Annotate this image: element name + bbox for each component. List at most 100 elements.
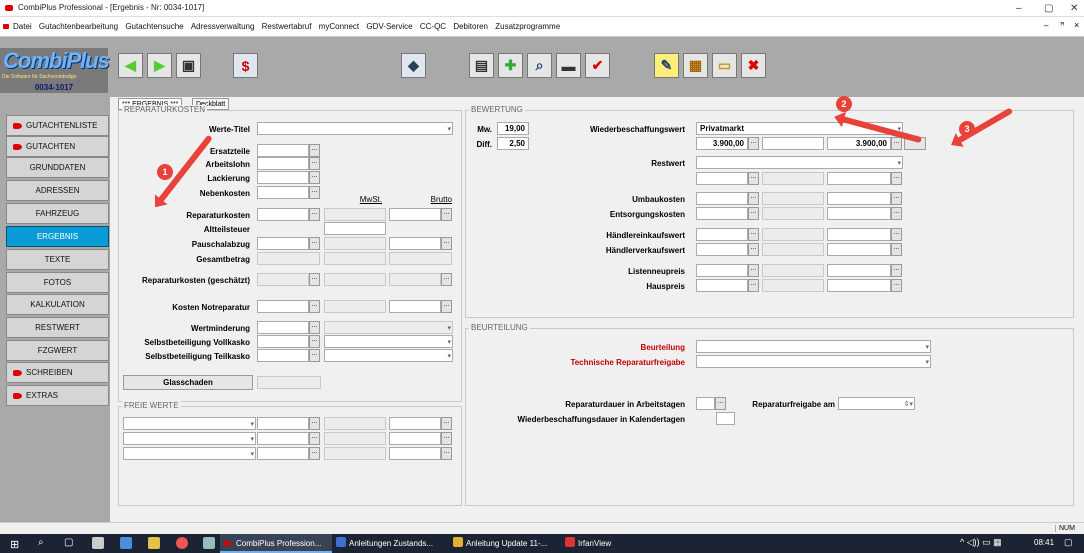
umbaukosten-brutto-field[interactable] bbox=[827, 192, 891, 205]
umbaukosten-button[interactable]: ... bbox=[748, 192, 759, 205]
nav-adressen[interactable]: ADRESSEN bbox=[6, 180, 109, 201]
freie-werte-name-3[interactable]: ▾ bbox=[123, 447, 256, 460]
arbeitslohn-field[interactable] bbox=[257, 157, 309, 170]
sb-vollkasko-select[interactable]: ▾ bbox=[324, 335, 453, 348]
freie-werte-name-2[interactable]: ▾ bbox=[123, 432, 256, 445]
haendlereinkaufswert-button[interactable]: ... bbox=[748, 228, 759, 241]
wbw-netto-field[interactable]: 3.900,00 bbox=[696, 137, 748, 150]
folder-icon[interactable]: ▭ bbox=[712, 53, 737, 78]
back-arrow-icon[interactable]: ◀ bbox=[118, 53, 143, 78]
reparaturkosten-field[interactable] bbox=[257, 208, 309, 221]
haendlerverkaufswert-brutto-button[interactable]: ... bbox=[891, 243, 902, 256]
print-preview-icon[interactable]: ⌕ bbox=[527, 53, 552, 78]
freie-werte-value-3[interactable] bbox=[257, 447, 309, 460]
menu-restwertabruf[interactable]: Restwertabruf bbox=[262, 17, 312, 37]
freie-werte-brutto-button-2[interactable]: ... bbox=[441, 432, 452, 445]
print-icon[interactable]: ▬ bbox=[556, 53, 581, 78]
reparaturdauer-button[interactable]: ... bbox=[715, 397, 726, 410]
geschaetzt-brutto-button[interactable]: ... bbox=[441, 273, 452, 286]
haendlerverkaufswert-field[interactable] bbox=[696, 243, 748, 256]
freie-werte-button-2[interactable]: ... bbox=[309, 432, 320, 445]
menu-adressverwaltung[interactable]: Adressverwaltung bbox=[191, 17, 255, 37]
haendlerverkaufswert-button[interactable]: ... bbox=[748, 243, 759, 256]
nav-fotos[interactable]: FOTOS bbox=[6, 272, 109, 293]
diff-field[interactable]: 2,50 bbox=[497, 137, 529, 150]
notreparatur-brutto-button[interactable]: ... bbox=[441, 300, 452, 313]
tech-freigabe-select[interactable]: ▾ bbox=[696, 355, 931, 368]
add-record-icon[interactable]: ✚ bbox=[498, 53, 523, 78]
entsorgungskosten-brutto-field[interactable] bbox=[827, 207, 891, 220]
haendlereinkaufswert-brutto-button[interactable]: ... bbox=[891, 228, 902, 241]
taskbar-app-irfanview[interactable]: IrfanView bbox=[562, 534, 642, 553]
search-icon[interactable]: ⌕ bbox=[38, 537, 44, 548]
nav-texte[interactable]: TEXTE bbox=[6, 249, 109, 270]
notreparatur-button[interactable]: ... bbox=[309, 300, 320, 313]
wiederbeschaffungsdauer-field[interactable] bbox=[716, 412, 735, 425]
werte-titel-select[interactable]: ▾ bbox=[257, 122, 453, 135]
notes-icon[interactable]: ▦ bbox=[683, 53, 708, 78]
hauspreis-brutto-field[interactable] bbox=[827, 279, 891, 292]
freie-werte-name-1[interactable]: ▾ bbox=[123, 417, 256, 430]
freie-werte-brutto-1[interactable] bbox=[389, 417, 441, 430]
nav-kalkulation[interactable]: KALKULATION bbox=[6, 294, 109, 315]
glasschaden-button[interactable]: Glasschaden bbox=[123, 375, 253, 390]
app-pin-icon[interactable] bbox=[92, 537, 104, 549]
listenneupreis-brutto-field[interactable] bbox=[827, 264, 891, 277]
windows-start-icon[interactable]: ⊞ bbox=[10, 538, 19, 551]
arbeitslohn-button[interactable]: ... bbox=[309, 157, 320, 170]
menu-datei[interactable]: Datei bbox=[13, 17, 32, 37]
listenneupreis-button[interactable]: ... bbox=[748, 264, 759, 277]
nav-gutachtenliste[interactable]: GUTACHTENLISTE bbox=[6, 115, 109, 136]
maximize-button[interactable]: ▢ bbox=[1044, 0, 1053, 17]
nav-gutachten[interactable]: GUTACHTEN bbox=[6, 136, 109, 157]
close-button[interactable]: ✕ bbox=[1070, 0, 1078, 17]
wbw-netto-button[interactable]: ... bbox=[748, 137, 759, 150]
wbw-mwst-field[interactable] bbox=[762, 137, 824, 150]
nav-restwert[interactable]: RESTWERT bbox=[6, 317, 109, 338]
menu-zusatzprogramme[interactable]: Zusatzprogramme bbox=[495, 17, 560, 37]
pauschalabzug-brutto-button[interactable]: ... bbox=[441, 237, 452, 250]
wbw-brutto-field[interactable]: 3.900,00 bbox=[827, 137, 891, 150]
haendlereinkaufswert-field[interactable] bbox=[696, 228, 748, 241]
nav-grunddaten[interactable]: GRUNDDATEN bbox=[6, 157, 109, 178]
reparaturkosten-brutto-field[interactable] bbox=[389, 208, 441, 221]
reparaturkosten-brutto-button[interactable]: ... bbox=[441, 208, 452, 221]
freie-werte-brutto-3[interactable] bbox=[389, 447, 441, 460]
restwert-select[interactable]: ▾ bbox=[696, 156, 903, 169]
freigabe-am-field[interactable]: ⇕▾ bbox=[838, 397, 915, 410]
haendlereinkaufswert-brutto-field[interactable] bbox=[827, 228, 891, 241]
chevron-nav-icon[interactable]: ◆ bbox=[401, 53, 426, 78]
pauschalabzug-field[interactable] bbox=[257, 237, 309, 250]
taskbar-app-anleitungen[interactable]: Anleitungen Zustands... bbox=[333, 534, 443, 553]
menu-gdv-service[interactable]: GDV-Service bbox=[366, 17, 412, 37]
sb-teilkasko-field[interactable] bbox=[257, 349, 309, 362]
freie-werte-value-1[interactable] bbox=[257, 417, 309, 430]
nebenkosten-button[interactable]: ... bbox=[309, 186, 320, 199]
sb-teilkasko-select[interactable]: ▾ bbox=[324, 349, 453, 362]
taskbar-app-combiplus[interactable]: CombiPlus Profession... bbox=[220, 534, 332, 553]
lackierung-button[interactable]: ... bbox=[309, 171, 320, 184]
restwert-brutto-field[interactable] bbox=[827, 172, 891, 185]
wertminderung-field[interactable] bbox=[257, 321, 309, 334]
notreparatur-field[interactable] bbox=[257, 300, 309, 313]
entsorgungskosten-button[interactable]: ... bbox=[748, 207, 759, 220]
app-pin-icon[interactable] bbox=[120, 537, 132, 549]
freie-werte-brutto-button-1[interactable]: ... bbox=[441, 417, 452, 430]
beurteilung-select[interactable]: ▾ bbox=[696, 340, 931, 353]
haendlerverkaufswert-brutto-field[interactable] bbox=[827, 243, 891, 256]
dollar-person-icon[interactable]: $ bbox=[233, 53, 258, 78]
save-icon[interactable]: ▣ bbox=[176, 53, 201, 78]
reparaturkosten-button[interactable]: ... bbox=[309, 208, 320, 221]
pauschalabzug-button[interactable]: ... bbox=[309, 237, 320, 250]
geschaetzt-button[interactable]: ... bbox=[309, 273, 320, 286]
app-pin-icon[interactable] bbox=[203, 537, 215, 549]
task-view-icon[interactable]: ▢ bbox=[64, 537, 73, 548]
freie-werte-brutto-button-3[interactable]: ... bbox=[441, 447, 452, 460]
listenneupreis-field[interactable] bbox=[696, 264, 748, 277]
freie-werte-brutto-2[interactable] bbox=[389, 432, 441, 445]
umbaukosten-brutto-button[interactable]: ... bbox=[891, 192, 902, 205]
forward-arrow-icon[interactable]: ▶ bbox=[147, 53, 172, 78]
delete-icon[interactable]: ✖ bbox=[741, 53, 766, 78]
umbaukosten-field[interactable] bbox=[696, 192, 748, 205]
restwert-netto-button[interactable]: ... bbox=[748, 172, 759, 185]
